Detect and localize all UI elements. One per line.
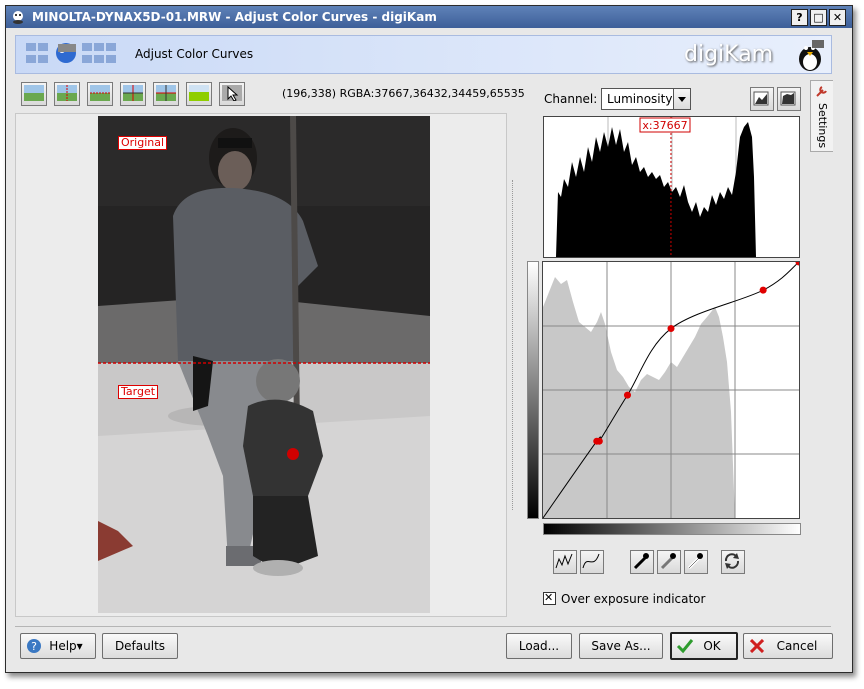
help-icon: ? <box>27 639 41 653</box>
plugin-header: Adjust Color Curves digiKam <box>15 35 832 74</box>
free-curve-button[interactable] <box>553 550 577 574</box>
overexposure-checkbox[interactable] <box>543 591 556 605</box>
gray-eyedropper-icon <box>660 553 676 570</box>
curve-control-point[interactable] <box>595 437 603 445</box>
overexposure-label: Over exposure indicator <box>561 592 706 606</box>
target-image-icon <box>189 85 209 101</box>
curve-background-histogram <box>543 277 735 518</box>
reset-icon <box>724 553 740 569</box>
help-title-button[interactable]: ? <box>791 9 808 26</box>
curves-editor[interactable] <box>542 258 803 519</box>
curve-control-point[interactable] <box>759 286 767 294</box>
reset-curve-button[interactable] <box>721 550 745 574</box>
chevron-down-icon <box>673 89 690 109</box>
histogram-area <box>556 122 756 257</box>
split-vertical-button[interactable] <box>54 82 80 106</box>
split-vertical-dup-icon <box>123 85 143 101</box>
black-eyedropper-icon <box>633 553 649 570</box>
channel-label: Channel: <box>544 92 598 106</box>
histogram-graph: x:37667 <box>556 117 756 257</box>
histogram-marker-label: x:37667 <box>642 119 687 132</box>
under-over-exposure-button[interactable] <box>219 82 245 106</box>
overexposure-option[interactable]: Over exposure indicator <box>543 591 706 606</box>
split-horizontal-icon <box>90 85 110 101</box>
cancel-x-icon <box>750 639 764 653</box>
ok-button-label: OK <box>703 639 721 653</box>
original-image-button[interactable] <box>21 82 47 106</box>
preview-image[interactable]: Original Target <box>98 116 430 613</box>
linear-scale-button[interactable] <box>750 87 774 111</box>
histogram-view[interactable]: x:37667 <box>543 116 800 258</box>
target-label: Target <box>118 385 159 399</box>
split-vertical-icon <box>57 85 77 101</box>
cancel-button-label: Cancel <box>776 639 818 653</box>
photo-content <box>98 116 430 613</box>
log-scale-button[interactable] <box>777 87 801 111</box>
penguin-logo-icon <box>799 40 824 71</box>
digikam-plugin-icon <box>26 43 116 63</box>
svg-text:?: ? <box>31 640 37 653</box>
digikam-brand: digiKam <box>684 42 774 67</box>
settings-tab-label: Settings <box>816 103 829 149</box>
ok-button[interactable]: OK <box>670 632 738 660</box>
smooth-curve-icon <box>582 553 600 569</box>
curves-graph <box>542 258 803 519</box>
black-point-picker-button[interactable] <box>630 550 654 574</box>
title-bar[interactable]: MINOLTA-DYNAX5D-01.MRW - Adjust Color Cu… <box>6 6 852 28</box>
defaults-button-label: Defaults <box>114 639 166 653</box>
free-curve-icon <box>555 553 573 569</box>
channel-select[interactable]: Luminosity <box>601 88 691 110</box>
linear-histogram-icon <box>753 91 769 106</box>
target-image-button[interactable] <box>186 82 212 106</box>
curve-control-point[interactable] <box>623 391 631 399</box>
gray-point-picker-button[interactable] <box>657 550 681 574</box>
help-button-label: Help <box>49 639 77 653</box>
pixel-info: (196,338) RGBA:37667,36432,34459,65535 <box>282 87 525 100</box>
settings-tab[interactable]: Settings <box>810 80 833 152</box>
defaults-button[interactable]: Defaults <box>102 633 178 659</box>
close-button[interactable]: ✕ <box>829 9 846 26</box>
split-vertical-dup-button[interactable] <box>120 82 146 106</box>
white-point-picker-button[interactable] <box>684 550 708 574</box>
wrench-icon <box>816 86 827 97</box>
button-separator <box>15 626 831 627</box>
window-title: MINOLTA-DYNAX5D-01.MRW - Adjust Color Cu… <box>32 10 437 24</box>
save-as-button[interactable]: Save As... <box>579 633 663 659</box>
under-over-exposure-icon <box>222 85 242 101</box>
split-horizontal-button[interactable] <box>87 82 113 106</box>
load-button[interactable]: Load... <box>506 633 572 659</box>
white-eyedropper-icon <box>687 553 703 570</box>
load-button-label: Load... <box>518 639 560 653</box>
smooth-curve-button[interactable] <box>580 550 604 574</box>
save-as-button-label: Save As... <box>591 639 651 653</box>
channel-select-value: Luminosity <box>607 92 673 106</box>
split-horizontal-dup-button[interactable] <box>153 82 179 106</box>
panel-splitter[interactable] <box>512 180 515 510</box>
vertical-gradient-bar <box>527 261 539 519</box>
log-histogram-icon <box>780 91 796 106</box>
horizontal-gradient-bar <box>543 523 801 535</box>
help-button[interactable]: ? Help▾ <box>20 633 96 659</box>
cancel-button[interactable]: Cancel <box>743 633 833 659</box>
original-image-icon <box>24 85 44 101</box>
maximize-button[interactable]: □ <box>810 9 827 26</box>
plugin-title: Adjust Color Curves <box>135 47 254 61</box>
check-icon <box>676 639 694 654</box>
digikam-app-icon <box>13 11 23 24</box>
split-horizontal-dup-icon <box>156 85 176 101</box>
curve-control-point[interactable] <box>667 325 675 333</box>
original-label: Original <box>118 136 168 150</box>
help-menu-arrow-icon: ▾ <box>76 639 83 653</box>
